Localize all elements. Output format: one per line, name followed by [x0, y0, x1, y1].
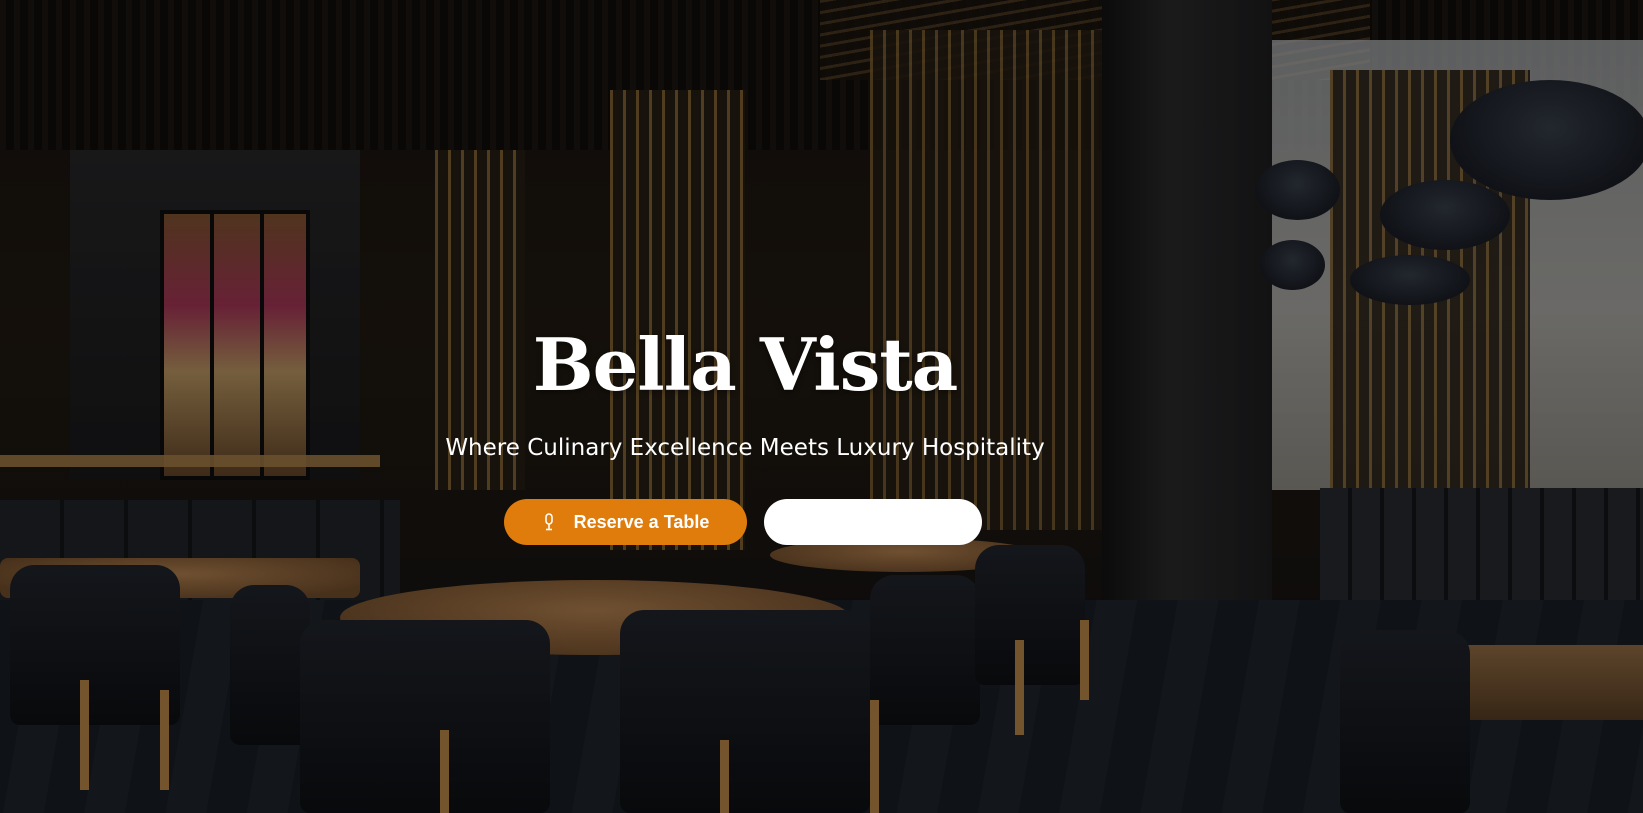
restaurant-name: Bella Vista: [532, 322, 958, 407]
hero-tagline: Where Culinary Excellence Meets Luxury H…: [445, 435, 1045, 461]
hero-content: Bella Vista Where Culinary Excellence Me…: [0, 0, 1643, 813]
hero-section: Bella Vista Where Culinary Excellence Me…: [0, 0, 1643, 813]
reserve-table-button[interactable]: Reserve a Table: [504, 499, 747, 545]
microphone-icon: [542, 513, 556, 531]
secondary-cta-button[interactable]: [764, 499, 982, 545]
reserve-table-label: Reserve a Table: [573, 511, 710, 532]
